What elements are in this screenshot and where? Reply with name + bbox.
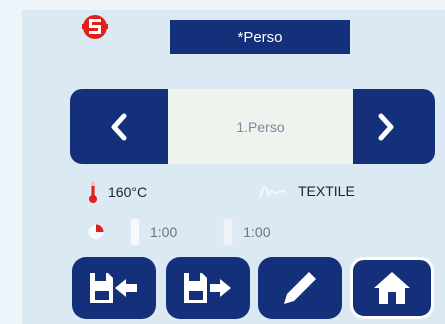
- lower-time-value: 1:00: [243, 224, 271, 240]
- brand-logo: [82, 15, 108, 39]
- action-bar: [72, 257, 434, 321]
- time-info: 1:00 1:00: [88, 218, 271, 246]
- touch-screen: *Perso 1.Perso 160°C TEXTILE 1:00 1:00: [22, 10, 445, 324]
- next-button[interactable]: [337, 89, 435, 164]
- temperature-info: 160°C: [88, 180, 147, 204]
- page-title: *Perso: [170, 20, 350, 54]
- home-button[interactable]: [350, 257, 434, 319]
- textile-icon: [259, 186, 286, 199]
- thermometer-icon: [89, 181, 97, 203]
- material-info: TEXTILE: [258, 182, 355, 200]
- upper-plate-icon: [130, 218, 140, 246]
- file-import-icon: [90, 273, 137, 303]
- edit-button[interactable]: [258, 257, 342, 319]
- device-bezel-left: [0, 0, 22, 324]
- chevron-left-icon: [111, 113, 127, 140]
- import-button[interactable]: [72, 257, 156, 319]
- timer-icon: [88, 224, 104, 240]
- upper-time-value: 1:00: [150, 224, 178, 240]
- lower-plate-icon: [223, 218, 234, 246]
- file-export-icon: [184, 273, 231, 303]
- device-bezel-top: [0, 0, 445, 10]
- selected-program[interactable]: 1.Perso: [168, 89, 353, 164]
- previous-button[interactable]: [70, 89, 168, 164]
- export-button[interactable]: [166, 257, 250, 319]
- pencil-icon: [284, 272, 316, 304]
- program-selector: 1.Perso: [70, 89, 435, 164]
- temperature-value: 160°C: [108, 184, 148, 200]
- chevron-right-icon: [378, 113, 394, 140]
- home-icon: [374, 272, 410, 304]
- material-value: TEXTILE: [298, 183, 355, 199]
